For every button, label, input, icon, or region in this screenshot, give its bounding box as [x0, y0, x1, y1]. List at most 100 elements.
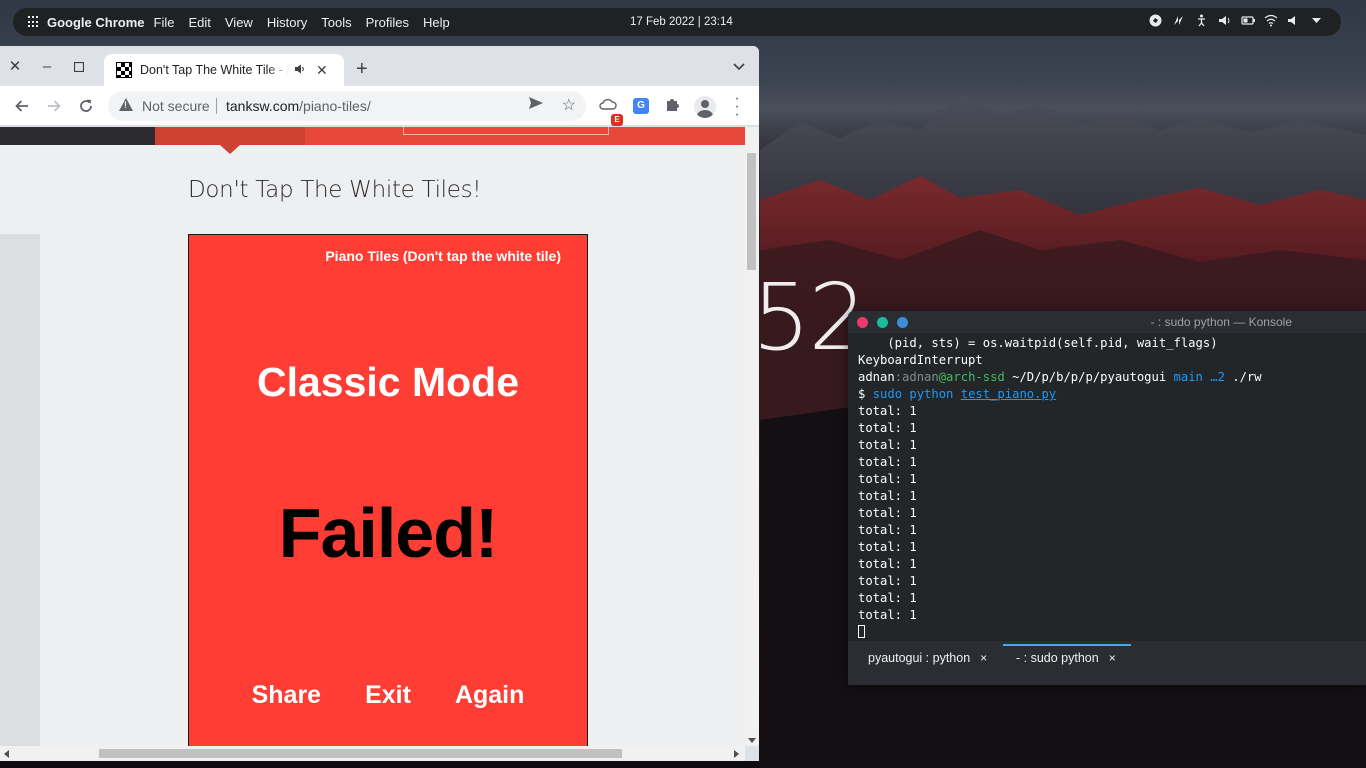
reload-button-icon[interactable] — [74, 94, 98, 118]
tab-search-icon[interactable] — [733, 60, 745, 74]
konsole-tab-pyautogui[interactable]: pyautogui : python × — [868, 651, 987, 665]
terminal-line: total: 1 — [858, 506, 917, 520]
new-tab-button[interactable]: + — [356, 58, 368, 80]
window-minimize-icon[interactable]: – — [36, 56, 58, 78]
command-file-link[interactable]: test_piano.py — [961, 387, 1056, 401]
google-translate-icon[interactable]: G — [633, 98, 649, 114]
cloud-extension-icon[interactable] — [598, 96, 618, 116]
menu-profiles[interactable]: Profiles — [366, 15, 409, 30]
forward-button-icon[interactable] — [42, 94, 66, 118]
terminal-line: total: 1 — [858, 404, 917, 418]
menu-history[interactable]: History — [267, 15, 307, 30]
konsole-titlebar[interactable]: - : sudo python — Konsole — [848, 311, 1366, 333]
again-button[interactable]: Again — [455, 681, 524, 710]
terminal-output[interactable]: (pid, sts) = os.waitpid(self.pid, wait_f… — [858, 335, 1363, 641]
prompt-symbol: $ — [858, 387, 873, 401]
terminal-line: total: 1 — [858, 540, 917, 554]
dropdown-arrow-icon[interactable] — [1310, 14, 1323, 27]
menu-help[interactable]: Help — [423, 15, 450, 30]
prompt-cwd: ~/D/p/b/p/p/pyautogui — [1004, 370, 1174, 384]
tab-close-icon[interactable]: ✕ — [316, 62, 328, 79]
accessibility-icon[interactable] — [1195, 14, 1208, 27]
network-speed-icon[interactable] — [1172, 14, 1185, 27]
game-title: Piano Tiles (Don't tap the white tile) — [325, 248, 561, 264]
menu-view[interactable]: View — [225, 15, 253, 30]
terminal-line: KeyboardInterrupt — [858, 353, 983, 367]
bookmark-star-icon[interactable]: ☆ — [562, 95, 576, 115]
game-mode-label: Classic Mode — [256, 359, 520, 405]
terminal-line: total: 1 — [858, 591, 917, 605]
window-maximize-icon[interactable] — [68, 56, 90, 78]
app-launcher-icon[interactable] — [28, 16, 40, 28]
game-status-label: Failed! — [278, 494, 499, 572]
back-button-icon[interactable] — [10, 94, 34, 118]
menu-edit[interactable]: Edit — [188, 15, 210, 30]
horizontal-scroll-thumb[interactable] — [99, 749, 622, 758]
konsole-tab-sudo-python[interactable]: - : sudo python × — [1016, 651, 1116, 665]
site-favicon-icon — [116, 62, 132, 78]
terminal-line: total: 1 — [858, 472, 917, 486]
share-button[interactable]: Share — [252, 681, 321, 710]
prompt-host: @arch-ssd — [938, 370, 1005, 384]
piano-tiles-game-canvas[interactable]: Piano Tiles (Don't tap the white tile) C… — [188, 234, 588, 746]
extensions-puzzle-icon[interactable] — [663, 96, 683, 116]
panel-clock[interactable]: 17 Feb 2022 | 23:14 — [630, 16, 733, 28]
site-nav-active-arrow — [220, 145, 240, 154]
prompt-git-branch: main — [1173, 370, 1203, 384]
kde-connect-icon[interactable] — [1149, 14, 1162, 27]
battery-icon[interactable] — [1241, 14, 1255, 27]
send-to-devices-icon[interactable] — [528, 96, 544, 113]
prompt-git-status: …2 — [1202, 370, 1233, 384]
tab-strip: ✕ – Don't Tap The White Tile - F ✕ + — [0, 46, 759, 86]
konsole-tab-label: pyautogui : python — [868, 651, 971, 665]
exit-button[interactable]: Exit — [365, 681, 411, 710]
terminal-line: total: 1 — [858, 608, 917, 622]
volume-icon[interactable] — [1218, 14, 1231, 27]
url-host: tanksw.com — [226, 98, 300, 114]
site-navigation-bar — [0, 127, 745, 154]
horizontal-scrollbar[interactable] — [0, 746, 745, 761]
window-close-icon[interactable]: ✕ — [4, 56, 26, 78]
scroll-right-arrow-icon[interactable] — [734, 750, 739, 758]
top-panel: Google Chrome File Edit View History Too… — [13, 8, 1341, 36]
site-search-box[interactable] — [403, 127, 609, 135]
url-text[interactable]: tanksw.com/piano-tiles/ — [226, 98, 371, 114]
prompt-sep: : — [894, 370, 903, 384]
scroll-down-arrow-icon[interactable] — [748, 738, 756, 743]
tab-title: Don't Tap The White Tile - F — [140, 63, 290, 77]
not-secure-warning-icon[interactable] — [119, 98, 133, 111]
active-app-name: Google Chrome — [47, 14, 145, 30]
prompt-extra: ./rw — [1232, 370, 1262, 384]
speaker-icon[interactable] — [1287, 14, 1300, 27]
command-text: sudo python — [872, 387, 961, 401]
page-viewport: Don't Tap The White Tiles! Piano Tiles (… — [0, 127, 745, 746]
terminal-line: total: 1 — [858, 455, 917, 469]
wifi-icon[interactable] — [1264, 14, 1278, 27]
vertical-scroll-thumb[interactable] — [747, 153, 756, 270]
terminal-line: total: 1 — [858, 421, 917, 435]
konsole-title: - : sudo python — Konsole — [1150, 315, 1292, 329]
scroll-left-arrow-icon[interactable] — [4, 750, 9, 758]
vertical-scrollbar[interactable] — [745, 127, 759, 746]
profile-avatar-icon[interactable] — [694, 96, 716, 118]
active-tab-indicator — [1003, 644, 1131, 646]
menu-file[interactable]: File — [154, 15, 175, 30]
terminal-line: total: 1 — [858, 574, 917, 588]
site-nav-active-item[interactable] — [155, 127, 305, 145]
tab-piano-tiles[interactable]: Don't Tap The White Tile - F ✕ — [104, 54, 344, 86]
terminal-line: total: 1 — [858, 557, 917, 571]
tab-audio-icon[interactable] — [294, 63, 306, 78]
tab-close-icon[interactable]: × — [1109, 651, 1116, 665]
prompt-host-user: adnan — [902, 370, 939, 384]
site-nav-logo-area[interactable] — [0, 127, 155, 145]
left-ad-rail — [0, 234, 40, 746]
terminal-prompt-line: adnan:adnan@arch-ssd ~/D/p/b/p/p/pyautog… — [858, 369, 1363, 386]
menu-tools[interactable]: Tools — [321, 15, 351, 30]
konsole-tab-label: - : sudo python — [1016, 651, 1099, 665]
security-label[interactable]: Not secure — [142, 98, 210, 114]
address-bar[interactable]: Not secure tanksw.com/piano-tiles/ ☆ — [108, 91, 586, 121]
chrome-menu-icon[interactable]: · · · — [734, 91, 740, 123]
tab-close-icon[interactable]: × — [980, 651, 987, 665]
browser-toolbar: Not secure tanksw.com/piano-tiles/ ☆ G — [0, 86, 759, 126]
page-title: Don't Tap The White Tiles! — [188, 177, 482, 203]
